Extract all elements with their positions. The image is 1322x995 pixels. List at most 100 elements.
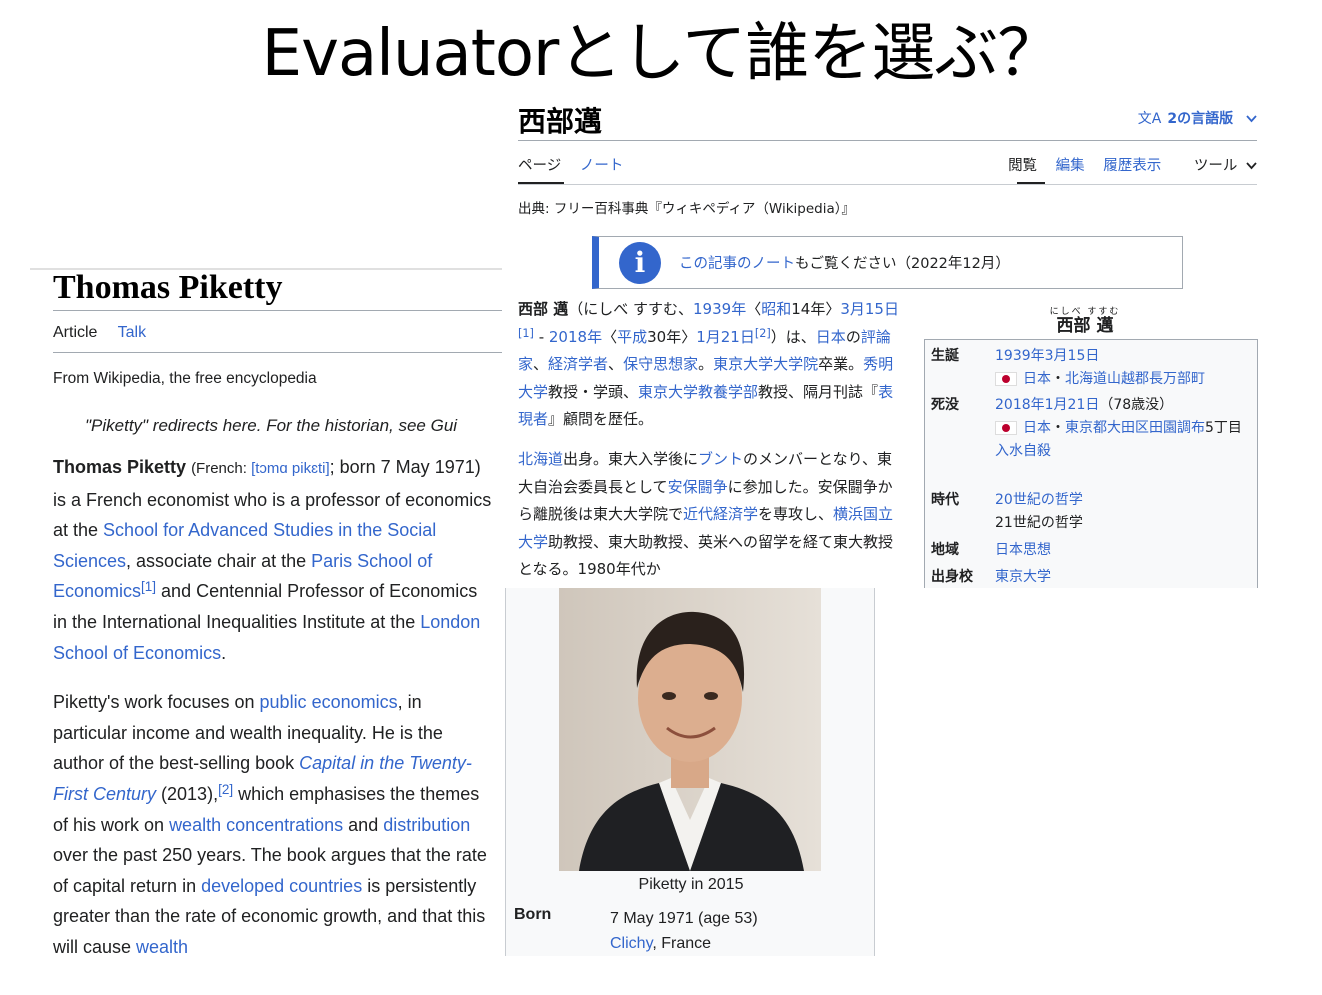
article-tabs: Article Talk [53, 324, 162, 342]
text-span: 〈 [602, 327, 618, 346]
page-title: 西部邁 [518, 105, 603, 138]
text-span: を専攻し、 [758, 505, 834, 524]
tabs-divider [53, 352, 502, 353]
age-at-death: （78歳没） [1099, 397, 1174, 413]
article-body: 西部 邁（にしべ すすむ、1939年〈昭和14年〉3月15日[1] - 2018… [518, 296, 904, 588]
text-span: 卒業。 [818, 355, 864, 374]
chevron-down-icon [1246, 111, 1257, 127]
link-developed-countries[interactable]: developed countries [201, 876, 362, 896]
cause-link[interactable]: 入水自殺 [995, 443, 1051, 459]
text-span: , associate chair at the [126, 550, 312, 571]
address-rest: 5丁目 [1205, 420, 1242, 436]
portrait-photo[interactable] [559, 588, 821, 871]
link-hokkaido[interactable]: 北海道 [518, 450, 563, 468]
text-span: 14年〉 [791, 300, 841, 318]
text-span: 、 [608, 355, 624, 374]
link-date[interactable]: 3月15日 [840, 300, 899, 318]
text-span: . [221, 642, 227, 663]
birth-country: , France [652, 935, 712, 952]
link-year[interactable]: 2018年 [549, 328, 602, 346]
link-utokyo-arts[interactable]: 東京大学教養学部 [638, 383, 758, 401]
infobox: 生誕 1939年3月15日 日本・北海道山越郡長万部町 死没 2018年1月21… [924, 339, 1258, 588]
born-label: Born [514, 906, 552, 923]
notice-text: この記事のノートもご覧ください（2022年12月） [679, 252, 1010, 273]
region-link[interactable]: 日本思想 [995, 542, 1051, 558]
link-wealth[interactable]: wealth [136, 937, 188, 957]
birth-place-link[interactable]: 北海道山越郡長万部町 [1065, 371, 1205, 387]
lead-paragraph: Thomas Piketty (French: [tɔmɑ pikɛti]; b… [53, 452, 493, 668]
link-public-economics[interactable]: public economics [260, 692, 398, 712]
text-span: 教授・学頭、 [548, 382, 639, 401]
translate-icon: 文A [1137, 111, 1162, 127]
link-economist[interactable]: 経済学者 [548, 355, 608, 373]
text-span: (2013), [156, 783, 219, 804]
link-era[interactable]: 平成 [617, 328, 647, 346]
link-year[interactable]: 1939年 [693, 300, 746, 318]
tab-page[interactable]: ページ [518, 158, 561, 174]
chevron-down-icon [1246, 158, 1257, 174]
text-span: 、 [533, 355, 549, 374]
alma-mater-link[interactable]: 東京大学 [995, 569, 1051, 585]
text-span: 教授、隔月刊誌『 [758, 382, 879, 401]
text-span: 30年〉 [647, 327, 697, 346]
infobox-name: 西部 邁 [1056, 316, 1114, 336]
language-count: 2の言語版 [1167, 111, 1234, 127]
text-span: 助教授、東大助教授、英米への留学を経て東大教授となる。1980年代か [518, 532, 894, 579]
death-place-link[interactable]: 東京都大田区田園調布 [1065, 420, 1205, 436]
ipa-link[interactable]: [tɔmɑ pikɛti] [251, 460, 330, 477]
birth-date: 7 May 1971 (age 53) [610, 910, 758, 927]
notice-link[interactable]: この記事のノート [679, 256, 795, 272]
separator: ・ [1051, 420, 1065, 436]
death-date-link[interactable]: 2018年1月21日 [995, 397, 1099, 413]
tab-talk[interactable]: Talk [118, 324, 146, 341]
ref-link[interactable]: [2] [755, 327, 771, 340]
link-distribution[interactable]: distribution [383, 815, 470, 835]
link-date[interactable]: 1月21日 [696, 328, 755, 346]
link-wealth-concentrations[interactable]: wealth concentrations [169, 815, 343, 835]
ref-link[interactable]: [2] [218, 782, 233, 797]
ref-link[interactable]: [1] [518, 327, 534, 340]
birth-date-link[interactable]: 1939年3月15日 [995, 348, 1099, 364]
tab-tools[interactable]: ツール [1180, 158, 1257, 174]
tab-note[interactable]: ノート [580, 158, 624, 174]
country-link[interactable]: 日本 [1023, 371, 1051, 387]
tagline: From Wikipedia, the free encyclopedia [53, 370, 317, 387]
second-paragraph: 北海道出身。東大入学後にブントのメンバーとなり、東大自治会委員長として安保闘争に… [518, 446, 904, 584]
country-link[interactable]: 日本 [1023, 420, 1051, 436]
link-japan[interactable]: 日本 [816, 328, 846, 346]
text-span: 出身。東大入学後に [563, 449, 699, 468]
link-modern-economics[interactable]: 近代経済学 [683, 505, 758, 523]
namespace-tabs: ページ ノート [518, 154, 637, 175]
text-span: の [845, 327, 861, 346]
pron-prefix: (French: [191, 460, 252, 477]
link-era[interactable]: 昭和 [761, 300, 791, 318]
second-paragraph: Piketty's work focuses on public economi… [53, 687, 493, 962]
link-utokyo-grad[interactable]: 東京大学大学院 [713, 355, 818, 373]
era-link[interactable]: 20世紀の哲学 [995, 492, 1083, 508]
birth-place-link[interactable]: Clichy [610, 935, 652, 952]
link-conservative[interactable]: 保守思想家 [623, 355, 698, 373]
text-span: 。 [698, 355, 714, 374]
title-divider [518, 140, 1257, 141]
text-span: 』顧問を歴任。 [548, 410, 654, 429]
tab-read[interactable]: 閲覧 [1008, 158, 1037, 174]
row-label: 時代 [931, 492, 959, 508]
tab-history[interactable]: 履歴表示 [1103, 158, 1161, 174]
link-anpo[interactable]: 安保闘争 [668, 478, 728, 496]
row-label: 地域 [931, 542, 959, 558]
piketty-article: Thomas Piketty Article Talk From Wikiped… [30, 268, 502, 968]
tab-edit[interactable]: 編集 [1056, 158, 1085, 174]
hatnote: "Piketty" redirects here. For the histor… [85, 416, 502, 436]
tab-article[interactable]: Article [53, 324, 97, 341]
infobox-title: にしべ すすむ 西部 邁 [1045, 304, 1125, 335]
row-label: 出身校 [931, 569, 973, 585]
slide-title: Evaluatorとして誰を選ぶ？ [261, 17, 1062, 91]
row-label: 死没 [931, 397, 959, 413]
tabs-divider [518, 184, 1257, 185]
ref-link[interactable]: [1] [141, 579, 156, 594]
row-value: 日本思想 [995, 539, 1245, 562]
link-bund[interactable]: ブント [698, 450, 743, 468]
text-span: ）は、 [770, 327, 816, 346]
text-span: 〈 [746, 300, 762, 318]
language-selector[interactable]: 文A 2の言語版 [1138, 108, 1257, 128]
